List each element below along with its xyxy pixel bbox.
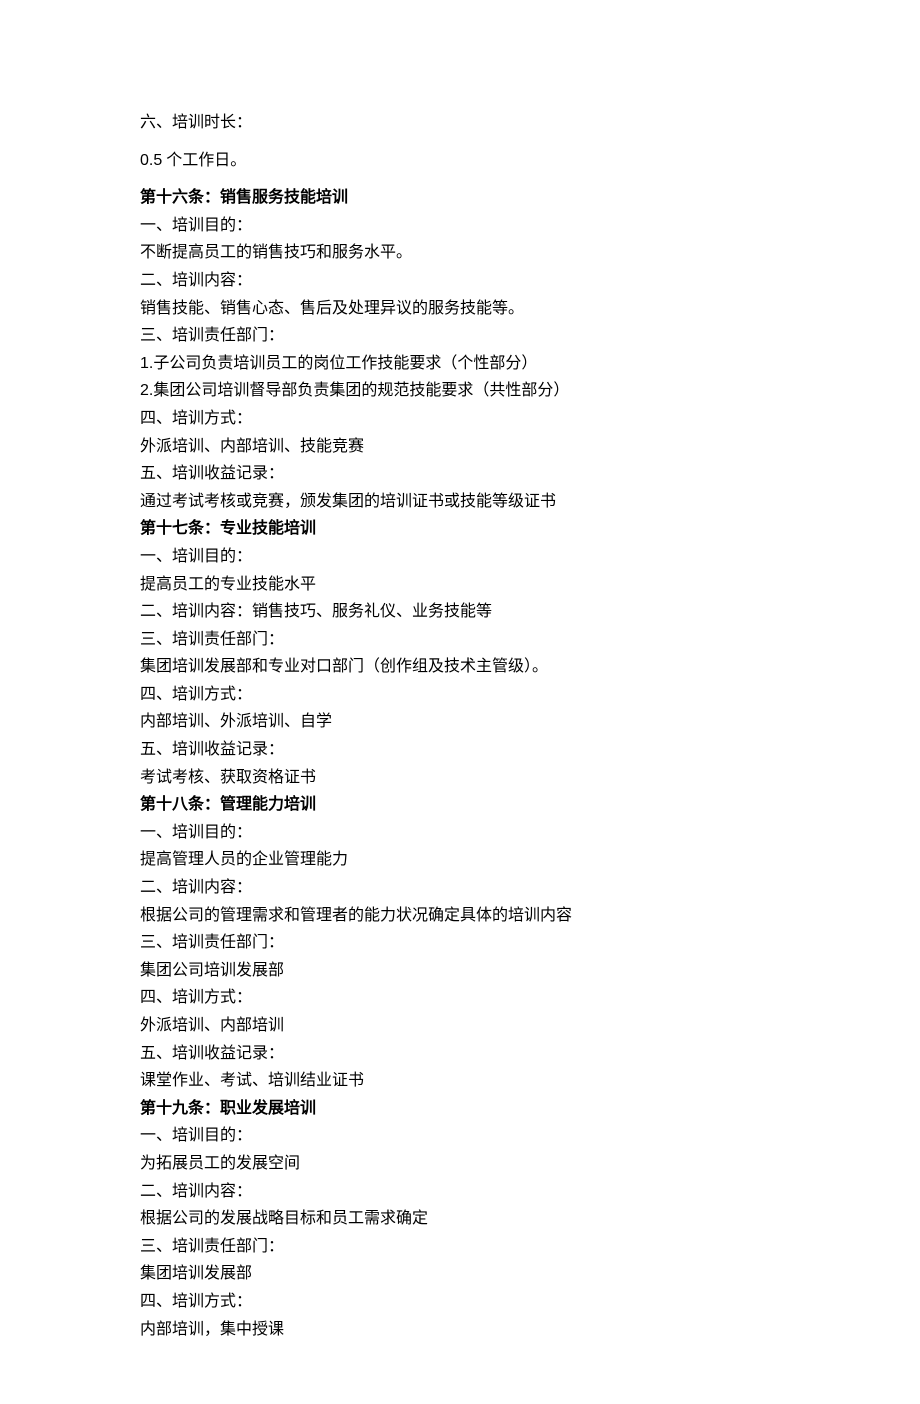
- article16-p5b: 通过考试考核或竞赛，颁发集团的培训证书或技能等级证书: [140, 489, 780, 515]
- article16-p3c-num: 2.: [140, 382, 153, 399]
- article17-p1: 一、培训目的：: [140, 544, 780, 570]
- article17-p5: 五、培训收益记录：: [140, 737, 780, 763]
- article17-title: 第十七条：专业技能培训: [140, 516, 780, 542]
- article17-p5b: 考试考核、获取资格证书: [140, 765, 780, 791]
- article17-p3: 三、培训责任部门：: [140, 627, 780, 653]
- article18-title: 第十八条：管理能力培训: [140, 792, 780, 818]
- article16-p3c-text: 集团公司培训督导部负责集团的规范技能要求（共性部分）: [153, 382, 569, 399]
- intro-line2: 0.5 个工作日。: [140, 148, 780, 174]
- article19-p3b: 集团培训发展部: [140, 1261, 780, 1287]
- intro-duration-text: 个工作日。: [162, 152, 246, 169]
- article16-p3c: 2.集团公司培训督导部负责集团的规范技能要求（共性部分）: [140, 378, 780, 404]
- article19-p2: 二、培训内容：: [140, 1179, 780, 1205]
- article18-p2: 二、培训内容：: [140, 875, 780, 901]
- article18-p1b: 提高管理人员的企业管理能力: [140, 847, 780, 873]
- article19-p1: 一、培训目的：: [140, 1123, 780, 1149]
- article16-p3: 三、培训责任部门：: [140, 323, 780, 349]
- article16-p3b: 1.子公司负责培训员工的岗位工作技能要求（个性部分）: [140, 351, 780, 377]
- article16-p3b-text: 子公司负责培训员工的岗位工作技能要求（个性部分）: [153, 355, 537, 372]
- article16-p3b-num: 1.: [140, 355, 153, 372]
- article16-p1: 一、培训目的：: [140, 213, 780, 239]
- article18-p1: 一、培训目的：: [140, 820, 780, 846]
- article18-p2b: 根据公司的管理需求和管理者的能力状况确定具体的培训内容: [140, 903, 780, 929]
- article18-p5b: 课堂作业、考试、培训结业证书: [140, 1068, 780, 1094]
- article16-p1b: 不断提高员工的销售技巧和服务水平。: [140, 240, 780, 266]
- article17-p2: 二、培训内容：销售技巧、服务礼仪、业务技能等: [140, 599, 780, 625]
- article19-p3: 三、培训责任部门：: [140, 1234, 780, 1260]
- article19-p2b: 根据公司的发展战略目标和员工需求确定: [140, 1206, 780, 1232]
- article16-p2b: 销售技能、销售心态、售后及处理异议的服务技能等。: [140, 296, 780, 322]
- article18-p3b: 集团公司培训发展部: [140, 958, 780, 984]
- article18-p3: 三、培训责任部门：: [140, 930, 780, 956]
- article16-p4: 四、培训方式：: [140, 406, 780, 432]
- intro-line1: 六、培训时长：: [140, 110, 780, 136]
- article16-p5: 五、培训收益记录：: [140, 461, 780, 487]
- article17-p4b: 内部培训、外派培训、自学: [140, 709, 780, 735]
- article18-p4b: 外派培训、内部培训: [140, 1013, 780, 1039]
- intro-duration-num: 0.5: [140, 152, 162, 169]
- article19-p1b: 为拓展员工的发展空间: [140, 1151, 780, 1177]
- article18-p5: 五、培训收益记录：: [140, 1041, 780, 1067]
- article18-p4: 四、培训方式：: [140, 985, 780, 1011]
- article17-p3b: 集团培训发展部和专业对口部门（创作组及技术主管级）。: [140, 654, 780, 680]
- article19-title: 第十九条：职业发展培训: [140, 1096, 780, 1122]
- article17-p4: 四、培训方式：: [140, 682, 780, 708]
- article16-p2: 二、培训内容：: [140, 268, 780, 294]
- article17-p1b: 提高员工的专业技能水平: [140, 572, 780, 598]
- article16-p4b: 外派培训、内部培训、技能竞赛: [140, 434, 780, 460]
- article19-p4b: 内部培训，集中授课: [140, 1317, 780, 1343]
- article16-title: 第十六条：销售服务技能培训: [140, 185, 780, 211]
